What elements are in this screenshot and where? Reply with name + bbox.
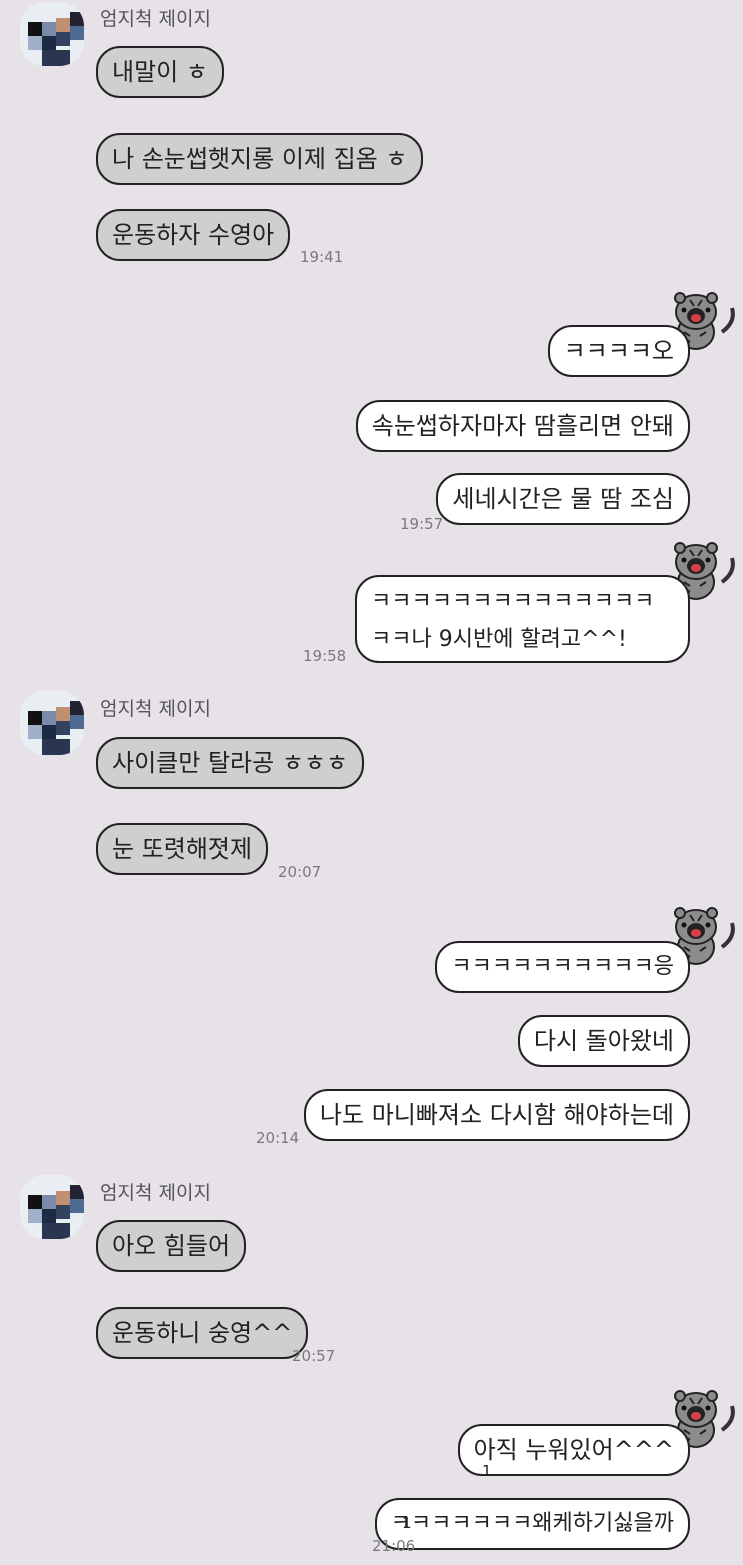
message-bubble[interactable]: 다시 돌아왔네 (517, 1015, 690, 1067)
unread-count: 1 (402, 1514, 412, 1532)
timestamp: 19:57 (400, 515, 444, 533)
unread-count: 1 (482, 1462, 492, 1480)
message-bubble[interactable]: 눈 또렷해졋제 (96, 823, 269, 875)
avatar[interactable] (20, 2, 84, 66)
timestamp: 19:58 (303, 647, 347, 665)
message-bubble[interactable]: 사이클만 탈라공 ㅎㅎㅎ (96, 737, 365, 789)
sender-name: 엄지척 제이지 (100, 8, 211, 30)
message-bubble[interactable]: 나 손눈썹햇지롱 이제 집옴 ㅎ (96, 133, 424, 185)
message-bubble[interactable]: 내말이 ㅎ (96, 46, 224, 98)
message-bubble[interactable]: 운동하니 숭영^^ (96, 1307, 309, 1359)
sender-name: 엄지척 제이지 (100, 1182, 211, 1204)
message-bubble[interactable]: ㅋㅋㅋㅋㅋㅋㅋㅋㅋㅋㅋㅋㅋㅋㅋㅋ나 9시반에 할려고^^! (355, 575, 690, 663)
avatar[interactable] (20, 1175, 84, 1239)
message-bubble[interactable]: 세네시간은 물 땀 조심 (436, 473, 690, 525)
message-bubble[interactable]: ㅋㅋㅋㅋㅋㅋㅋ왜케하기싫을까 (374, 1498, 690, 1550)
message-bubble[interactable]: 아오 힘들어 (96, 1220, 247, 1272)
sender-name: 엄지척 제이지 (100, 698, 211, 720)
message-bubble[interactable]: 속눈썹하자마자 땀흘리면 안돼 (355, 400, 690, 452)
timestamp: 20:14 (256, 1129, 300, 1147)
message-bubble[interactable]: 운동하자 수영아 (96, 209, 291, 261)
timestamp: 20:57 (292, 1347, 336, 1365)
message-bubble[interactable]: ㅋㅋㅋㅋㅋㅋㅋㅋㅋㅋ응 (435, 941, 690, 993)
timestamp: 20:07 (278, 863, 322, 881)
message-bubble[interactable]: 아직 누워있어^^^ (457, 1424, 690, 1476)
message-bubble[interactable]: 나도 마니빠져소 다시함 해야하는데 (303, 1089, 690, 1141)
timestamp: 21:06 (372, 1537, 416, 1555)
avatar[interactable] (20, 691, 84, 755)
timestamp: 19:41 (300, 248, 344, 266)
message-bubble[interactable]: ㅋㅋㅋㅋ오 (547, 325, 690, 377)
